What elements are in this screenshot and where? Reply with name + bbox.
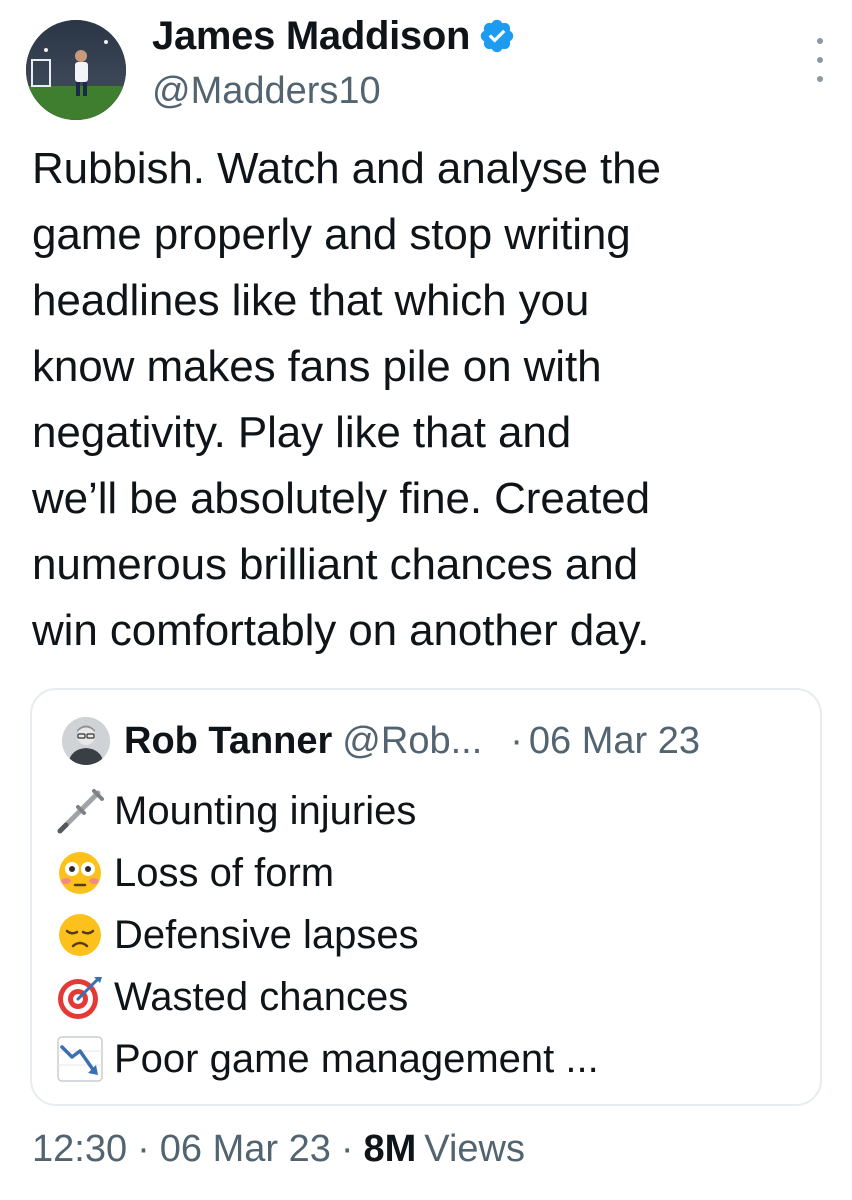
views-count[interactable]: 8M [364, 1128, 417, 1171]
list-item: Mounting injuries [56, 780, 796, 842]
list-item-text: Wasted chances [114, 974, 409, 1019]
disappointed-face-icon [59, 914, 101, 956]
more-options-icon[interactable] [814, 38, 826, 82]
tweet-date[interactable]: 06 Mar 23 [160, 1128, 331, 1171]
list-item-text: Mounting injuries [114, 788, 417, 833]
flushed-face-icon [59, 852, 101, 894]
separator-dot: · [340, 1128, 354, 1170]
tweet-header: James Maddison @Madders10 [26, 10, 826, 120]
crutch-icon [57, 789, 104, 834]
quoted-tweet[interactable]: Rob Tanner @Rob... · 06 Mar 23 Mounting … [30, 688, 822, 1106]
separator-dot: · [137, 1128, 150, 1170]
tweet-meta: 12:30 · 06 Mar 23 · 8M Views [32, 1128, 525, 1171]
author-avatar[interactable] [26, 20, 126, 120]
tweet-time[interactable]: 12:30 [32, 1128, 127, 1171]
list-item: Loss of form [56, 842, 796, 904]
author-handle[interactable]: @Madders10 [152, 70, 381, 113]
quoted-author-name: Rob Tanner [124, 719, 333, 762]
quoted-author-avatar [62, 717, 110, 765]
list-item: Poor game management ... [56, 1028, 796, 1090]
quoted-tweet-header: Rob Tanner @Rob... · 06 Mar 23 [62, 716, 802, 766]
list-item-text: Defensive lapses [114, 912, 419, 957]
author-name-row[interactable]: James Maddison [152, 10, 516, 62]
footballer-avatar-icon [26, 20, 126, 120]
author-display-name[interactable]: James Maddison [152, 14, 470, 59]
target-icon [58, 977, 102, 1019]
separator-dot: · [510, 719, 523, 762]
verified-badge-icon [480, 19, 514, 53]
list-item-text: Loss of form [114, 850, 335, 895]
quoted-author-handle: @Rob... [342, 719, 483, 762]
tweet-text: Rubbish. Watch and analyse the game prop… [32, 144, 661, 655]
quoted-tweet-text: Mounting injuries Loss of form Defensive… [56, 780, 796, 1090]
views-label[interactable]: Views [424, 1128, 525, 1171]
quoted-tweet-date: 06 Mar 23 [528, 719, 701, 762]
list-item-text: Poor game management ... [114, 1036, 599, 1081]
list-item: Defensive lapses [56, 904, 796, 966]
list-item: Wasted chances [56, 966, 796, 1028]
person-avatar-icon [62, 717, 110, 765]
chart-decreasing-icon [57, 1036, 103, 1082]
